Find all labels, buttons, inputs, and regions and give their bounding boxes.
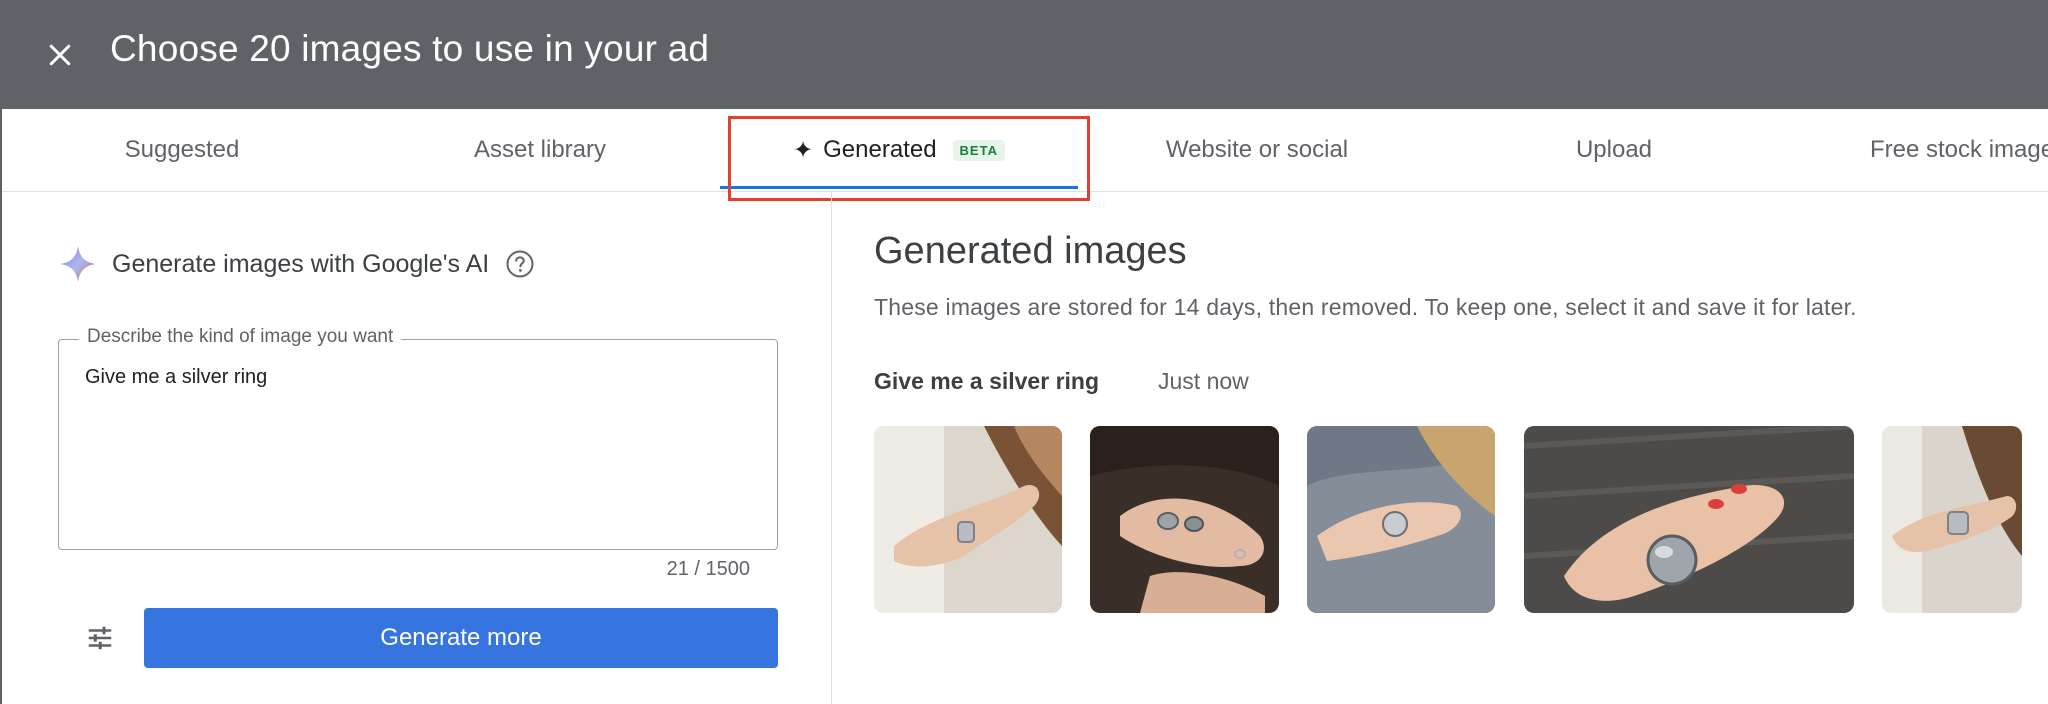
tune-icon <box>88 626 112 650</box>
generated-image-thumbnail[interactable] <box>1090 426 1279 613</box>
tab-label: Asset library <box>473 136 607 163</box>
character-count: 21 / 1500 <box>666 558 750 580</box>
prompt-value: Give me a silver ring <box>85 366 268 388</box>
ring-photo-image <box>874 426 1062 613</box>
tab-label: Free stock images <box>1870 136 2048 163</box>
generate-heading: Generate images with Google's AI <box>58 244 535 284</box>
sparkle-icon <box>60 246 96 282</box>
help-icon[interactable] <box>505 249 535 279</box>
ring-photo-image <box>1307 426 1495 613</box>
beta-badge: BETA <box>952 139 1005 161</box>
ring-photo-image <box>1882 426 2022 613</box>
active-tab-indicator <box>720 186 1078 189</box>
settings-button[interactable] <box>80 618 120 658</box>
generated-image-thumbnail[interactable] <box>874 426 1062 613</box>
sparkle-icon: ✦ <box>793 136 814 164</box>
tab-free-stock-images[interactable]: Free stock images <box>1870 109 2048 191</box>
close-button[interactable] <box>36 31 84 79</box>
ring-photo-image <box>1524 426 1854 613</box>
tab-bar: Suggested Asset library ✦ Generated BETA… <box>2 109 2048 192</box>
generated-image-thumbnail[interactable] <box>1307 426 1495 613</box>
tab-asset-library[interactable]: Asset library <box>420 109 660 191</box>
prompt-textarea[interactable]: Describe the kind of image you want Give… <box>58 326 778 550</box>
generated-images-title: Generated images <box>874 230 1187 272</box>
generate-heading-text: Generate images with Google's AI <box>112 249 490 278</box>
panel-divider <box>831 191 832 704</box>
generated-image-thumbnail[interactable] <box>1524 426 1854 613</box>
close-icon <box>49 44 71 66</box>
tab-suggested[interactable]: Suggested <box>62 109 302 191</box>
generated-image-thumbnail[interactable] <box>1882 426 2022 613</box>
tab-label: Website or social <box>1165 136 1349 163</box>
tab-label: Generated <box>823 136 937 163</box>
tab-upload[interactable]: Upload <box>1494 109 1734 191</box>
tab-website-or-social[interactable]: Website or social <box>1132 109 1382 191</box>
generated-images-description: These images are stored for 14 days, the… <box>874 294 1857 320</box>
ring-photo-image <box>1090 426 1279 613</box>
batch-prompt: Give me a silver ring <box>874 368 1100 394</box>
image-picker-dialog: Choose 20 images to use in your ad Sugge… <box>0 0 2048 704</box>
dialog-header: Choose 20 images to use in your ad <box>2 0 2048 109</box>
batch-timestamp: Just now <box>1158 368 1249 394</box>
tab-generated[interactable]: ✦ Generated BETA <box>720 109 1078 191</box>
generate-more-button[interactable]: Generate more <box>144 608 778 668</box>
dialog-title: Choose 20 images to use in your ad <box>110 28 710 69</box>
tab-label: Suggested <box>124 136 240 163</box>
tab-label: Upload <box>1575 136 1653 163</box>
prompt-label: Describe the kind of image you want <box>79 326 402 348</box>
